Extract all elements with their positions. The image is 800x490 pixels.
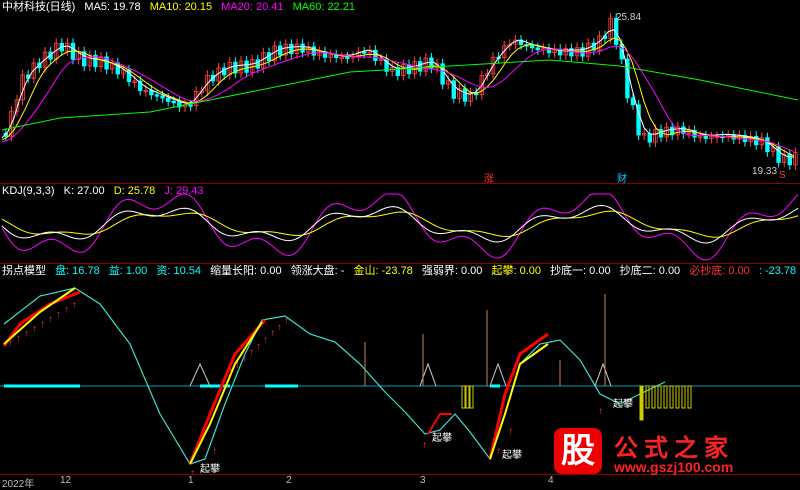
kdj-panel[interactable]: KDJ(9,3,3) K: 27.00 D: 25.78 J: 29.43	[0, 184, 800, 263]
candle-body	[530, 45, 535, 49]
volume-bar	[465, 385, 470, 409]
candle-body	[535, 47, 540, 51]
volume-bar	[669, 385, 674, 409]
up-arrow: ↑	[598, 406, 603, 417]
ma20-line	[1, 45, 795, 152]
candle-body	[787, 153, 792, 166]
up-arrow: ↑	[508, 426, 513, 437]
up-arrow: ↑	[40, 319, 45, 330]
candle-body	[300, 43, 305, 53]
up-arrow: ↑	[212, 446, 217, 457]
kdj-j-line	[1, 193, 799, 261]
axis-label-4: 4	[548, 475, 554, 486]
up-arrow: ↑	[228, 366, 233, 377]
candle-body	[244, 60, 249, 73]
up-arrow: ↑	[242, 353, 247, 364]
low-price-label: 19.33	[752, 166, 778, 177]
candle-body	[361, 51, 367, 54]
candle-body	[776, 146, 781, 163]
signal-peak	[419, 362, 437, 387]
watermark-url: www.gszj100.com	[614, 459, 734, 475]
kdj-chart[interactable]	[0, 184, 800, 263]
up-arrow: ↑	[496, 446, 501, 457]
high-price-label: 25.84	[616, 12, 642, 23]
candle-body	[165, 97, 171, 102]
axis-label-2: 2	[286, 475, 292, 486]
volume-bar	[469, 385, 474, 409]
up-arrow: ↑	[263, 335, 268, 346]
volume-bar	[639, 385, 644, 421]
signal-red-segment	[488, 332, 549, 460]
axis-label-1: 1	[188, 475, 194, 486]
candle-body	[154, 94, 160, 97]
up-arrow: ↑	[64, 304, 69, 315]
up-arrow: ↑	[8, 338, 13, 349]
up-arrow: ↑	[48, 314, 53, 325]
candle-body	[171, 100, 176, 104]
site-watermark: 股 公式之家 www.gszj100.com	[554, 428, 794, 480]
up-arrow: ↑	[249, 347, 254, 358]
signal-yellow-segment	[489, 343, 549, 460]
signal-label-1: 起攀	[200, 464, 220, 475]
up-arrow: ↑	[24, 328, 29, 339]
signal-peak	[189, 362, 211, 387]
ma5-line	[1, 29, 795, 158]
axis-label-year: 2022年	[2, 479, 35, 490]
up-arrow: ↑	[72, 300, 77, 311]
signal-yellow-segment	[189, 321, 263, 465]
up-arrow: ↑	[56, 309, 61, 320]
up-arrow: ↑	[277, 322, 282, 333]
volume-bar	[681, 385, 686, 409]
volume-bar	[675, 385, 680, 409]
up-arrow: ↑	[256, 341, 261, 352]
axis-label-12: 12	[60, 475, 72, 486]
up-arrow: ↑	[270, 328, 275, 339]
volume-bar	[663, 385, 668, 409]
candle-body	[160, 95, 165, 99]
candle-body	[345, 56, 350, 59]
signal-peak	[489, 362, 507, 387]
up-arrow: ↑	[16, 333, 21, 344]
volume-bar	[651, 385, 656, 409]
signal-label-2: 起攀	[432, 433, 452, 444]
candle-body	[765, 137, 770, 153]
signal-label-4: 起攀	[613, 399, 633, 410]
price-chart[interactable]	[0, 0, 800, 183]
candle-body	[188, 104, 193, 107]
signal-label-3: 起攀	[502, 450, 522, 461]
candle-body	[703, 135, 708, 139]
signal-peak	[594, 362, 612, 387]
volume-bar	[461, 385, 466, 409]
candle-body	[462, 88, 468, 102]
kdj-d-line	[1, 210, 799, 238]
up-arrow: ↑	[235, 360, 240, 371]
candle-body	[417, 61, 423, 72]
price-panel[interactable]: 中材科技(日线) MA5: 19.78 MA10: 20.15 MA20: 20…	[0, 0, 800, 185]
watermark-logo: 股	[554, 428, 602, 474]
up-arrow: ↑	[284, 316, 289, 327]
watermark-title: 公式之家	[614, 434, 734, 462]
up-arrow: ↑	[32, 324, 37, 335]
axis-label-3: 3	[420, 475, 426, 486]
volume-bar	[687, 385, 692, 409]
ma10-line	[1, 37, 795, 157]
volume-bar	[645, 385, 650, 409]
volume-bar	[657, 385, 662, 409]
marker-s[interactable]: S	[779, 170, 786, 181]
up-arrow: ↑	[422, 440, 427, 451]
